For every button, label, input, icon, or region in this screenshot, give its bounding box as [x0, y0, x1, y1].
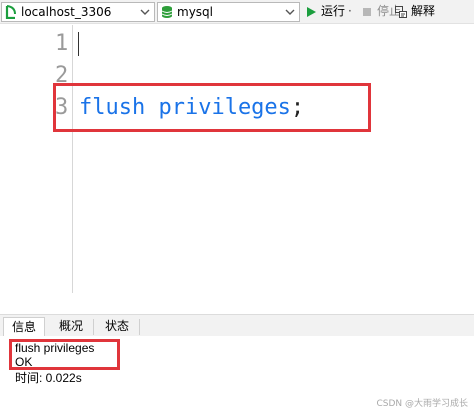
connection-value: localhost_3306 — [21, 5, 112, 19]
run-button[interactable]: 运行 · — [304, 3, 356, 21]
gutter-divider — [72, 25, 73, 293]
database-value: mysql — [177, 5, 213, 19]
run-label: 运行 — [321, 4, 346, 18]
stop-button[interactable]: 停止 — [360, 3, 401, 21]
toolbar: localhost_3306 mysql 运行 · 停止 解释 — [0, 0, 474, 24]
text-caret — [78, 32, 79, 56]
play-icon — [307, 7, 316, 17]
result-tabs: 信息 概况 状态 — [0, 314, 474, 337]
explain-label: 解释 — [411, 4, 436, 18]
explain-button[interactable]: 解释 — [394, 3, 442, 21]
tab-summary[interactable]: 概况 — [50, 317, 92, 337]
chevron-down-icon — [140, 9, 150, 15]
chevron-down-icon — [285, 9, 295, 15]
highlight-box — [9, 339, 120, 370]
explain-icon — [395, 6, 407, 18]
line-number: 1 — [55, 31, 69, 56]
tab-divider — [139, 319, 140, 335]
watermark: CSDN @大雨学习成长 — [376, 399, 468, 409]
output-time: 时间: 0.022s — [15, 371, 82, 385]
highlight-box — [53, 83, 371, 132]
tab-info[interactable]: 信息 — [3, 317, 45, 337]
database-icon — [161, 6, 173, 18]
connection-icon — [5, 5, 16, 19]
stop-icon — [363, 8, 371, 16]
tab-divider — [93, 319, 94, 335]
connection-select[interactable]: localhost_3306 — [1, 2, 155, 22]
database-select[interactable]: mysql — [157, 2, 300, 22]
tab-status[interactable]: 状态 — [96, 317, 138, 337]
sql-editor[interactable]: 1 2 3 flush privileges; — [0, 25, 474, 315]
run-dropdown-indicator[interactable]: · — [348, 4, 352, 19]
